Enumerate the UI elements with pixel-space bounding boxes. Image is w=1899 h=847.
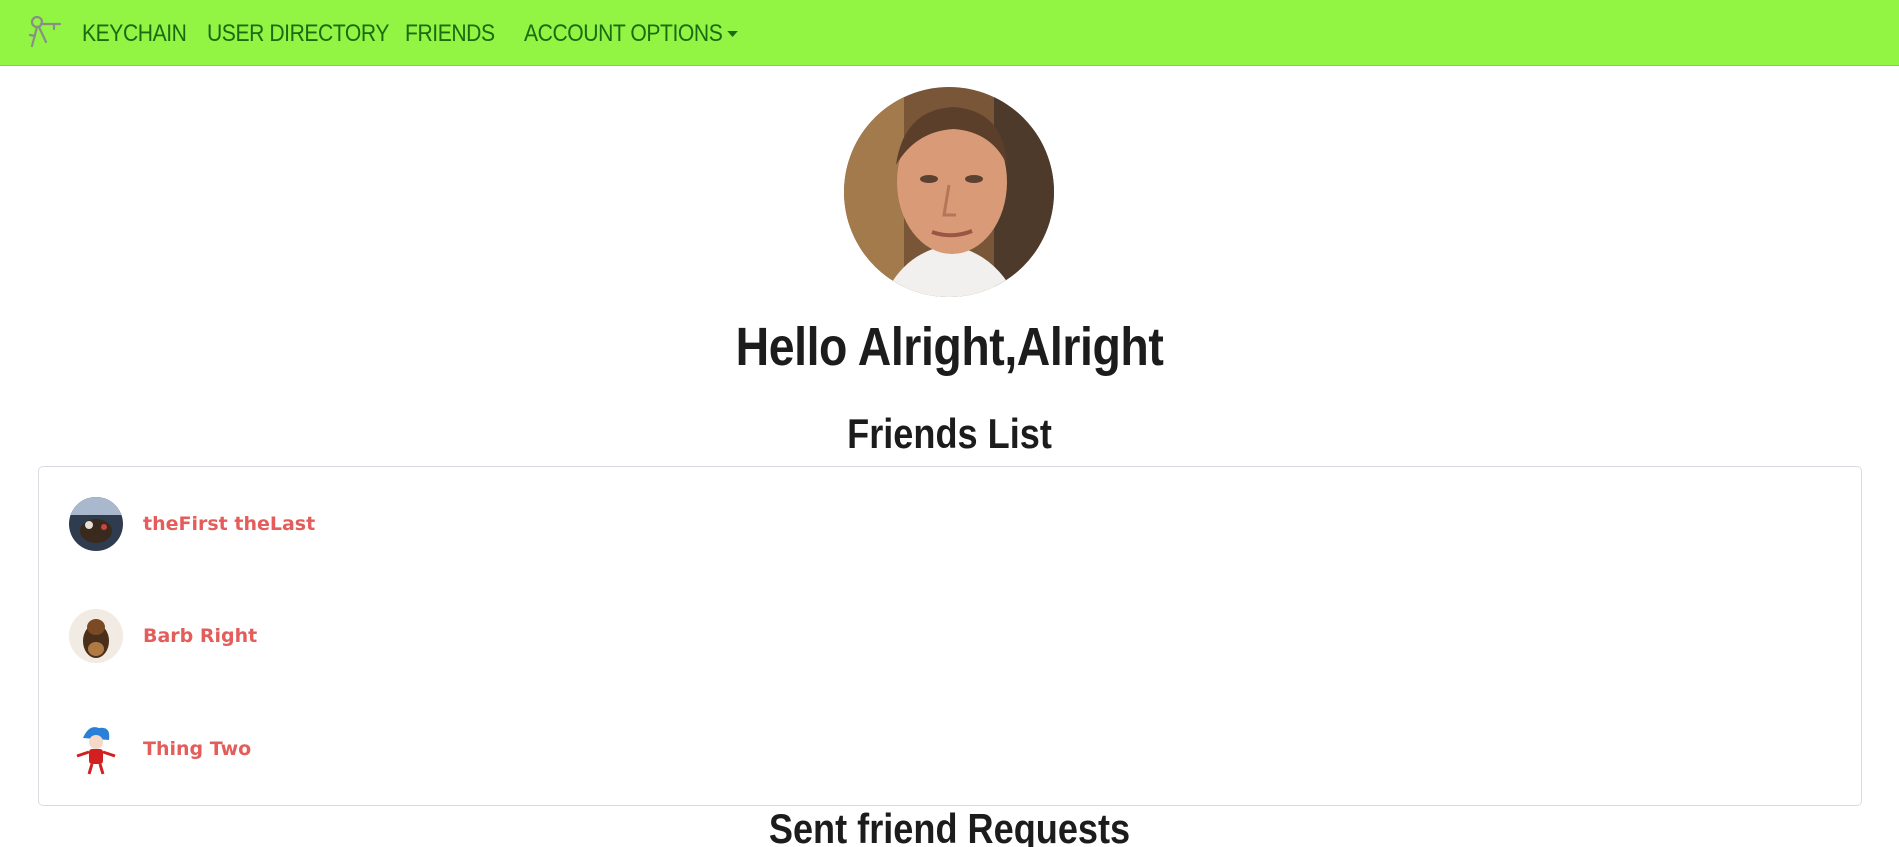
friend-avatar [69,609,123,663]
greeting-heading: Hello Alright,Alright [735,317,1164,377]
friend-avatar [69,722,123,776]
friends-list-title: Friends List [847,410,1052,457]
friends-list-card: theFirst theLast Barb Right Thing Two [38,466,1862,806]
nav-user-directory[interactable]: USER DIRECTORY [207,20,389,48]
friend-name[interactable]: theFirst theLast [143,513,315,535]
account-options-label: ACCOUNT OPTIONS [524,20,723,47]
friend-item[interactable]: Thing Two [69,722,251,776]
friend-item[interactable]: Barb Right [69,609,257,663]
friend-name[interactable]: Barb Right [143,625,257,647]
keys-icon[interactable] [24,12,64,52]
profile-avatar [844,87,1054,297]
friend-name[interactable]: Thing Two [143,738,251,760]
friend-avatar [69,497,123,551]
friend-item[interactable]: theFirst theLast [69,497,315,551]
sent-requests-title: Sent friend Requests [768,805,1131,847]
nav-account-options[interactable]: ACCOUNT OPTIONS [524,20,739,48]
top-navbar: KEYCHAIN USER DIRECTORY FRIENDS ACCOUNT … [0,0,1899,66]
brand-link[interactable]: KEYCHAIN [82,20,187,48]
nav-friends[interactable]: FRIENDS [405,20,495,48]
caret-down-icon [727,31,739,37]
